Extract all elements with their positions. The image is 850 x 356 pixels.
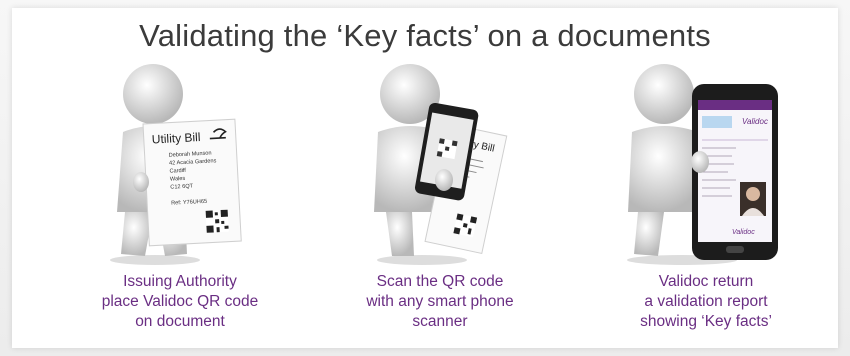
qr-code-icon — [453, 213, 478, 238]
figure-validation-report: Validoc Validoc — [627, 64, 778, 265]
qr-code-icon — [205, 209, 229, 233]
caption-step-2: Scan the QR code with any smart phone sc… — [330, 272, 550, 332]
bill-line: Cardiff — [169, 168, 186, 175]
caption-line: a validation report — [644, 293, 768, 310]
caption-line: showing ‘Key facts’ — [640, 313, 772, 330]
figure-head — [634, 64, 694, 124]
utility-bill-document: Utility Bill Deborah Munson 42 Acacia Ga… — [142, 118, 242, 247]
caption-line: Validoc return — [658, 273, 754, 290]
caption-line: Scan the QR code — [376, 273, 504, 290]
figure-issuing-authority: Utility Bill Deborah Munson 42 Acacia Ga… — [110, 64, 242, 265]
caption-line: scanner — [412, 313, 468, 330]
caption-line: Issuing Authority — [123, 273, 237, 290]
caption-step-1: Issuing Authority place Validoc QR code … — [70, 272, 290, 332]
caption-line: place Validoc QR code — [101, 293, 259, 310]
page-title: Validating the ‘Key facts’ on a document… — [139, 18, 711, 53]
bill-line: Wales — [170, 176, 186, 183]
caption-line: with any smart phone — [366, 293, 514, 310]
bill-heading: Utility Bill — [151, 130, 200, 147]
bill-line: C12 6QT — [170, 183, 194, 190]
figure-head — [123, 64, 183, 124]
slide: Validating the ‘Key facts’ on a document… — [0, 0, 850, 356]
validoc-footer-logo: Validoc — [732, 229, 755, 236]
validoc-logo: Validoc — [742, 117, 768, 126]
caption-line: on document — [135, 313, 225, 330]
caption-step-3: Validoc return a validation report showi… — [596, 272, 816, 332]
figure-scan-qr: Utility Bill — [374, 64, 508, 265]
smartphone-icon: Validoc Validoc — [692, 84, 778, 260]
